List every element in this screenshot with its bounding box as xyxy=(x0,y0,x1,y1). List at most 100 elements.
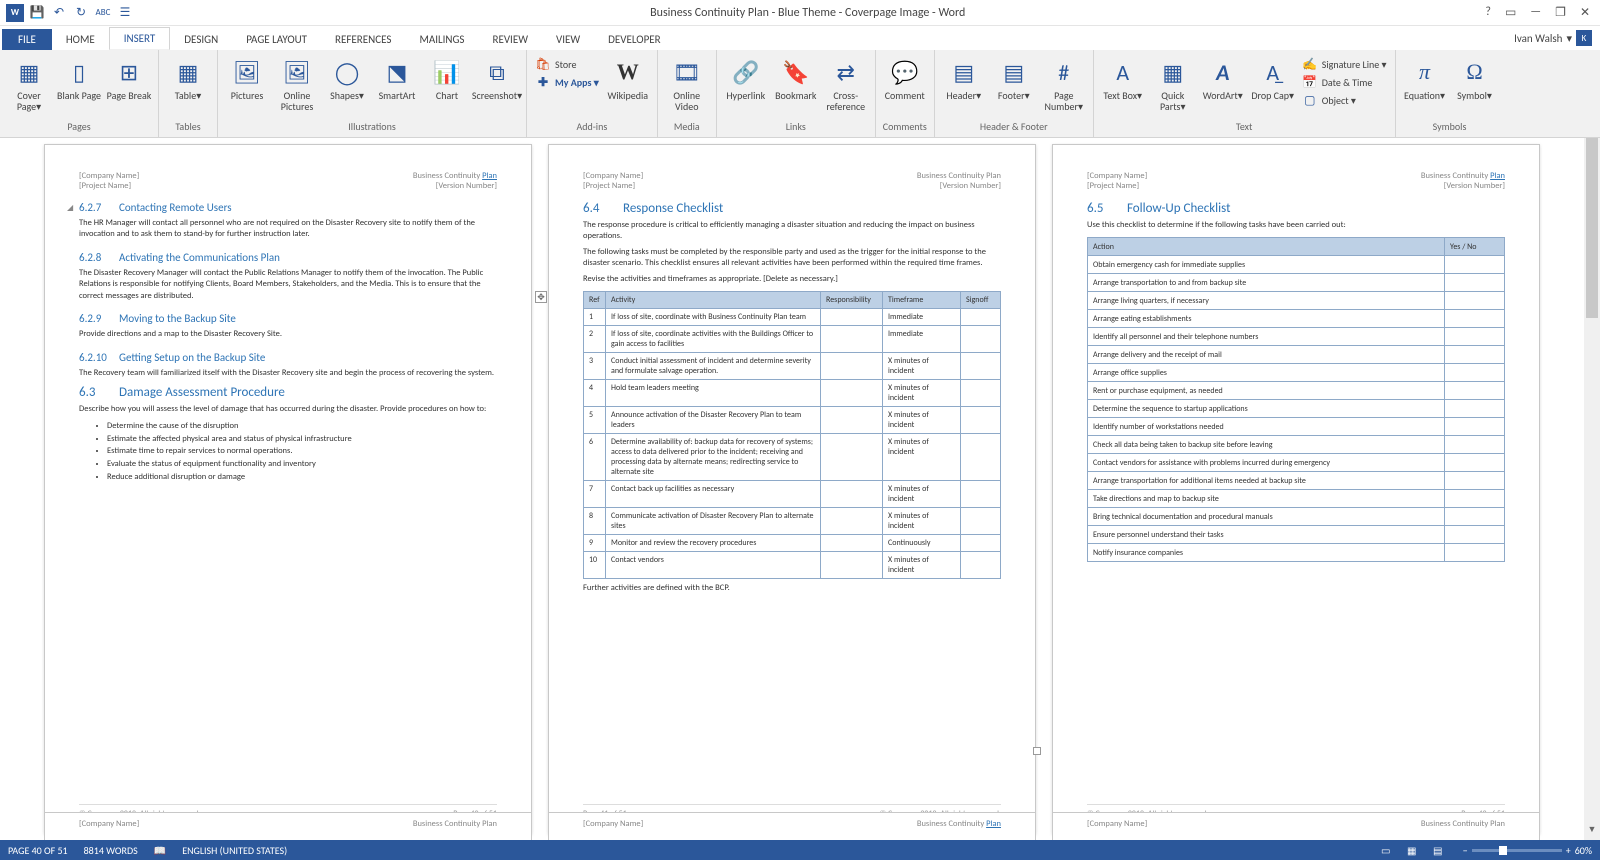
tab-mailings[interactable]: MAILINGS xyxy=(405,29,478,50)
zoom-out-icon[interactable]: − xyxy=(1463,844,1468,857)
help-icon[interactable]: ? xyxy=(1485,5,1491,20)
table-row: Determine the sequence to startup applic… xyxy=(1088,400,1505,418)
page-41: ✥ [Company Name][Project Name]Business C… xyxy=(548,144,1036,834)
cover-page-button[interactable]: ▦Cover Page▾ xyxy=(6,52,52,112)
zoom-in-icon[interactable]: + xyxy=(1566,844,1571,857)
screenshot-button[interactable]: ⧉Screenshot▾ xyxy=(474,52,520,101)
online-video-button[interactable]: 🎞Online Video xyxy=(664,52,710,112)
status-page[interactable]: PAGE 40 OF 51 xyxy=(8,844,68,857)
table-row: 6Determine availability of: backup data … xyxy=(584,434,1001,481)
group-illustrations: 🖼Pictures 🖼Online Pictures ◯Shapes▾ ⬔Sma… xyxy=(218,50,527,137)
table-row: Arrange office supplies xyxy=(1088,364,1505,382)
scroll-down-icon[interactable]: ▼ xyxy=(1584,824,1600,840)
table-row: 9Monitor and review the recovery procedu… xyxy=(584,535,1001,552)
group-media: 🎞Online Video Media xyxy=(658,50,717,137)
tab-developer[interactable]: DEVELOPER xyxy=(594,29,674,50)
document-area[interactable]: ◢ [Company Name][Project Name]Business C… xyxy=(0,138,1584,840)
zoom-level[interactable]: 60% xyxy=(1575,844,1592,857)
wikipedia-button[interactable]: WWikipedia xyxy=(605,52,651,101)
text-box-button[interactable]: AText Box▾ xyxy=(1100,52,1146,101)
symbol-button[interactable]: ΩSymbol▾ xyxy=(1452,52,1498,101)
drop-cap-button[interactable]: A̲Drop Cap▾ xyxy=(1250,52,1296,101)
close-icon[interactable]: ✕ xyxy=(1580,5,1590,20)
quick-parts-button[interactable]: ▦Quick Parts▾ xyxy=(1150,52,1196,112)
table-row: Arrange living quarters, if necessary xyxy=(1088,292,1505,310)
word-icon: W xyxy=(6,4,24,22)
table-row: Contact vendors for assistance with prob… xyxy=(1088,454,1505,472)
table-anchor-icon[interactable]: ✥ xyxy=(535,291,547,303)
view-buttons: ▭ ▦ ▤ xyxy=(1377,843,1447,857)
page-break-button[interactable]: ⊞Page Break xyxy=(106,52,152,101)
next-pages-peek: [Company Name]Business Continuity Plan [… xyxy=(44,812,1540,840)
status-bar: PAGE 40 OF 51 8814 WORDS 📖 ENGLISH (UNIT… xyxy=(0,840,1600,860)
tab-insert[interactable]: INSERT xyxy=(109,27,171,50)
cross-reference-button[interactable]: ⇄Cross-reference xyxy=(823,52,869,112)
ribbon-display-icon[interactable]: ▭ xyxy=(1505,5,1516,20)
signature-line-button[interactable]: ✍Signature Line ▾ xyxy=(1302,56,1387,72)
page-40: ◢ [Company Name][Project Name]Business C… xyxy=(44,144,532,834)
touch-mode-icon[interactable]: ☰ xyxy=(116,4,134,22)
tab-design[interactable]: DESIGN xyxy=(170,29,232,50)
wordart-button[interactable]: AWordArt▾ xyxy=(1200,52,1246,101)
table-row: Arrange transportation to and from backu… xyxy=(1088,274,1505,292)
status-words[interactable]: 8814 WORDS xyxy=(84,844,138,857)
proofing-icon[interactable]: 📖 xyxy=(154,844,166,857)
zoom-slider[interactable] xyxy=(1472,849,1562,852)
spellcheck-icon[interactable]: ABC xyxy=(94,4,112,22)
tab-review[interactable]: REVIEW xyxy=(478,29,542,50)
vertical-scrollbar[interactable]: ▲ ▼ xyxy=(1584,138,1600,840)
undo-icon[interactable]: ↶ xyxy=(50,4,68,22)
tab-file[interactable]: FILE xyxy=(2,29,52,50)
user-account[interactable]: Ivan Walsh▾ K xyxy=(1506,26,1600,50)
table-row: 7Contact back up facilities as necessary… xyxy=(584,481,1001,508)
tab-home[interactable]: HOME xyxy=(52,29,109,50)
table-row: 8Communicate activation of Disaster Reco… xyxy=(584,508,1001,535)
tab-references[interactable]: REFERENCES xyxy=(321,29,405,50)
table-button[interactable]: ▦Table▾ xyxy=(165,52,211,101)
list-item: Determine the cause of the disruption xyxy=(107,420,497,433)
smartart-button[interactable]: ⬔SmartArt xyxy=(374,52,420,101)
chart-button[interactable]: 📊Chart xyxy=(424,52,470,101)
scroll-thumb[interactable] xyxy=(1586,138,1598,318)
table-row: Arrange transportation for additional it… xyxy=(1088,472,1505,490)
plan-link[interactable]: Plan xyxy=(482,171,497,181)
page-number-button[interactable]: #Page Number▾ xyxy=(1041,52,1087,112)
web-layout-icon[interactable]: ▤ xyxy=(1429,843,1447,857)
plan-link[interactable]: Plan xyxy=(1490,171,1505,181)
tab-view[interactable]: VIEW xyxy=(542,29,594,50)
tab-page-layout[interactable]: PAGE LAYOUT xyxy=(232,29,321,50)
read-mode-icon[interactable]: ▭ xyxy=(1377,843,1395,857)
online-pictures-button[interactable]: 🖼Online Pictures xyxy=(274,52,320,112)
shapes-button[interactable]: ◯Shapes▾ xyxy=(324,52,370,101)
table-row: Bring technical documentation and proced… xyxy=(1088,508,1505,526)
group-header-footer: ▤Header▾ ▤Footer▾ #Page Number▾ Header &… xyxy=(935,50,1094,137)
my-apps-button[interactable]: ✚My Apps ▾ xyxy=(535,74,599,90)
minimize-icon[interactable]: — xyxy=(1530,5,1541,20)
save-icon[interactable]: 💾 xyxy=(28,4,46,22)
table-row: Rent or purchase equipment, as needed xyxy=(1088,382,1505,400)
collapse-icon[interactable]: ◢ xyxy=(67,203,73,213)
date-time-button[interactable]: 📅Date & Time xyxy=(1302,74,1387,90)
hyperlink-button[interactable]: 🔗Hyperlink xyxy=(723,52,769,101)
footer-button[interactable]: ▤Footer▾ xyxy=(991,52,1037,101)
print-layout-icon[interactable]: ▦ xyxy=(1403,843,1421,857)
blank-page-button[interactable]: ▯Blank Page xyxy=(56,52,102,101)
bookmark-button[interactable]: 🔖Bookmark xyxy=(773,52,819,101)
comment-button[interactable]: 💬Comment xyxy=(882,52,928,101)
pictures-button[interactable]: 🖼Pictures xyxy=(224,52,270,101)
restore-icon[interactable]: ❐ xyxy=(1555,5,1566,20)
user-name: Ivan Walsh xyxy=(1514,32,1562,45)
equation-button[interactable]: πEquation▾ xyxy=(1402,52,1448,101)
store-button[interactable]: 🛍Store xyxy=(535,56,599,72)
followup-checklist-table: ActionYes / No Obtain emergency cash for… xyxy=(1087,237,1505,562)
object-button[interactable]: ▢Object ▾ xyxy=(1302,92,1387,108)
table-row: Identify number of workstations needed xyxy=(1088,418,1505,436)
status-language[interactable]: ENGLISH (UNITED STATES) xyxy=(182,844,287,857)
redo-icon[interactable]: ↻ xyxy=(72,4,90,22)
header-button[interactable]: ▤Header▾ xyxy=(941,52,987,101)
ribbon: ▦Cover Page▾ ▯Blank Page ⊞Page Break Pag… xyxy=(0,50,1600,138)
group-symbols: πEquation▾ ΩSymbol▾ Symbols xyxy=(1396,50,1504,137)
ribbon-tabs: FILE HOME INSERT DESIGN PAGE LAYOUT REFE… xyxy=(0,26,1600,50)
table-row: Take directions and map to backup site xyxy=(1088,490,1505,508)
table-resize-icon[interactable] xyxy=(1033,747,1041,755)
